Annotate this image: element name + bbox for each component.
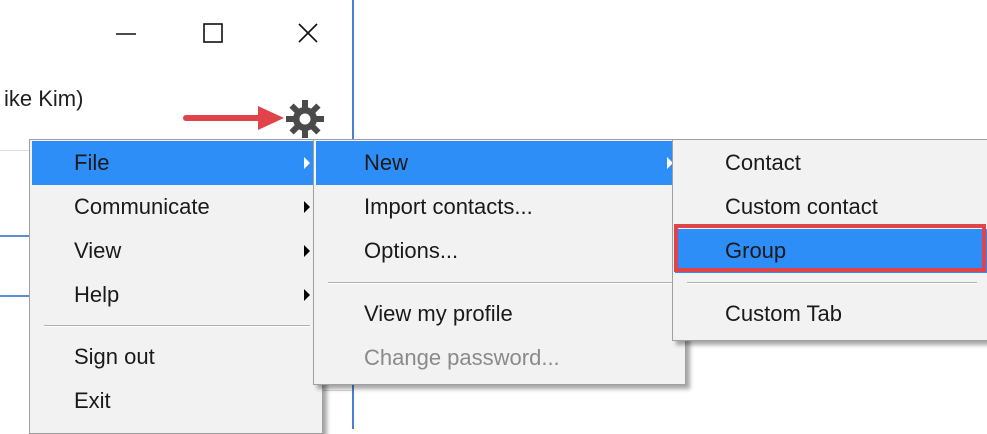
- divider: [0, 295, 30, 297]
- menu-item-import-contacts[interactable]: Import contacts...: [316, 185, 683, 229]
- menu-item-label: Help: [74, 282, 120, 307]
- maximize-button[interactable]: [183, 8, 243, 58]
- menu-item-change-password: Change password...: [316, 336, 683, 380]
- menu-item-options[interactable]: Options...: [316, 229, 683, 273]
- menu-item-new[interactable]: New: [316, 141, 683, 185]
- menu-separator: [687, 282, 977, 284]
- file-submenu: New Import contacts... Options... View m…: [313, 139, 686, 385]
- menu-item-label: Sign out: [74, 344, 155, 369]
- submenu-arrow-icon: [304, 157, 310, 169]
- menu-item-view[interactable]: View: [32, 229, 320, 273]
- menu-item-file[interactable]: File: [32, 141, 320, 185]
- menu-item-label: File: [74, 150, 110, 175]
- minimize-button[interactable]: [96, 8, 156, 58]
- gear-icon[interactable]: [284, 98, 326, 140]
- menu-item-label: Contact: [725, 150, 801, 175]
- menu-item-exit[interactable]: Exit: [32, 379, 320, 423]
- menu-item-communicate[interactable]: Communicate: [32, 185, 320, 229]
- submenu-arrow-icon: [304, 201, 310, 213]
- main-menu: File Communicate View Help Sign out Exit: [29, 139, 323, 434]
- menu-item-label: Communicate: [74, 194, 210, 219]
- menu-item-custom-contact[interactable]: Custom contact: [675, 185, 987, 229]
- menu-item-label: Options...: [364, 238, 459, 263]
- menu-separator: [44, 325, 310, 327]
- close-icon: [298, 23, 318, 43]
- menu-item-view-my-profile[interactable]: View my profile: [316, 292, 683, 336]
- new-submenu: Contact Custom contact Group Custom Tab: [672, 139, 987, 341]
- menu-item-label: New: [364, 150, 409, 175]
- menu-item-label: View my profile: [364, 301, 513, 326]
- red-arrow-icon: [183, 106, 284, 130]
- menu-item-contact[interactable]: Contact: [675, 141, 987, 185]
- menu-item-label: Change password...: [364, 345, 560, 370]
- menu-item-custom-tab[interactable]: Custom Tab: [675, 292, 987, 336]
- submenu-arrow-icon: [304, 289, 310, 301]
- close-button[interactable]: [278, 8, 338, 58]
- menu-item-group[interactable]: Group: [675, 229, 987, 273]
- menu-separator: [328, 282, 673, 284]
- menu-item-label: Custom Tab: [725, 301, 842, 326]
- menu-item-label: Custom contact: [725, 194, 878, 219]
- menu-item-label: Group: [725, 238, 787, 263]
- menu-item-sign-out[interactable]: Sign out: [32, 335, 320, 379]
- maximize-icon: [203, 23, 223, 43]
- submenu-arrow-icon: [304, 245, 310, 257]
- menu-item-label: View: [74, 238, 122, 263]
- user-name-label: ike Kim): [4, 86, 84, 111]
- menu-item-label: Exit: [74, 388, 111, 413]
- divider: [322, 390, 352, 391]
- menu-item-help[interactable]: Help: [32, 273, 320, 317]
- divider: [0, 235, 30, 237]
- menu-item-label: Import contacts...: [364, 194, 533, 219]
- minimize-icon: [116, 33, 136, 35]
